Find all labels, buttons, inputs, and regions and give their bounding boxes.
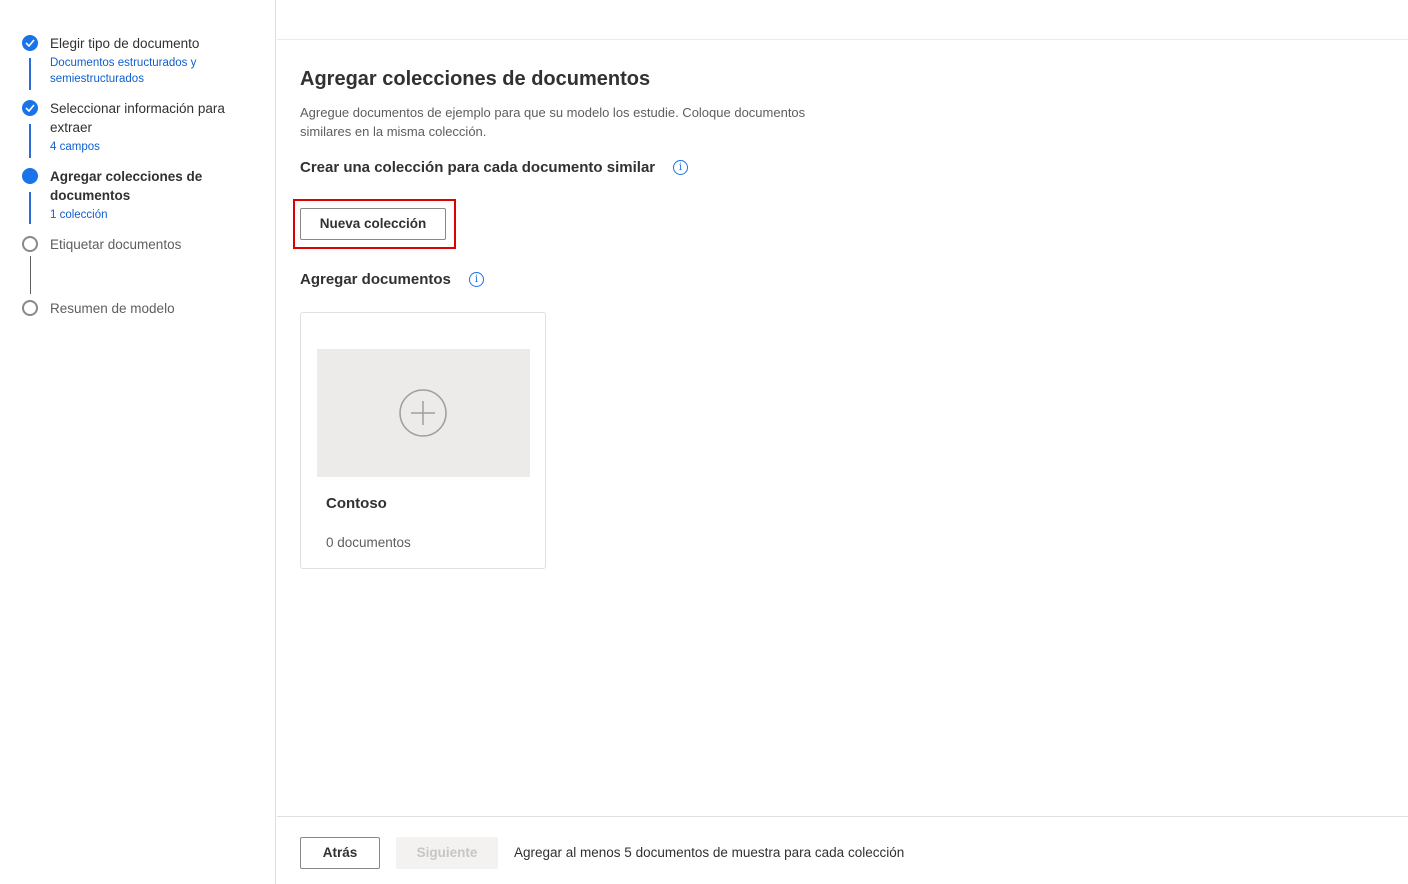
create-collection-heading: Crear una colección para cada documento … <box>300 159 656 176</box>
add-documents-heading: Agregar documentos <box>300 271 451 288</box>
step-title: Etiquetar documentos <box>50 237 182 252</box>
back-button[interactable]: Atrás <box>300 837 380 869</box>
page-title: Agregar colecciones de documentos <box>300 68 651 90</box>
step-connector <box>29 58 31 90</box>
step-connector <box>29 192 31 224</box>
collection-document-count: 0 documentos <box>326 535 411 550</box>
empty-circle-icon <box>22 236 38 252</box>
step-connector <box>29 124 31 158</box>
next-button[interactable]: Siguiente <box>396 837 498 869</box>
current-step-icon <box>22 168 38 184</box>
checkmark-icon <box>22 35 38 51</box>
footer-message: Agregar al menos 5 documentos de muestra… <box>514 845 905 860</box>
top-bar <box>277 0 1408 40</box>
plus-circle-icon <box>399 389 447 437</box>
step-title: Agregar colecciones de documentos <box>50 169 203 203</box>
wizard-sidebar: Elegir tipo de documento Documentos estr… <box>0 0 276 884</box>
collection-thumbnail[interactable] <box>317 349 530 477</box>
empty-circle-icon <box>22 300 38 316</box>
step-subtitle[interactable]: 1 colección <box>50 207 250 223</box>
checkmark-icon <box>22 100 38 116</box>
step-title: Resumen de modelo <box>50 301 175 316</box>
info-icon[interactable]: i <box>673 160 688 175</box>
step-subtitle[interactable]: 4 campos <box>50 139 250 155</box>
collection-name: Contoso <box>326 495 387 512</box>
step-subtitle[interactable]: Documentos estructurados y semiestructur… <box>50 55 220 87</box>
step-title: Elegir tipo de documento <box>50 36 200 51</box>
new-collection-button[interactable]: Nueva colección <box>300 208 446 240</box>
page-description: Agregue documentos de ejemplo para que s… <box>300 105 806 139</box>
step-connector <box>30 256 31 294</box>
collection-card[interactable]: Contoso 0 documentos <box>300 312 546 569</box>
step-title: Seleccionar información para extraer <box>50 101 225 135</box>
info-icon[interactable]: i <box>469 272 484 287</box>
